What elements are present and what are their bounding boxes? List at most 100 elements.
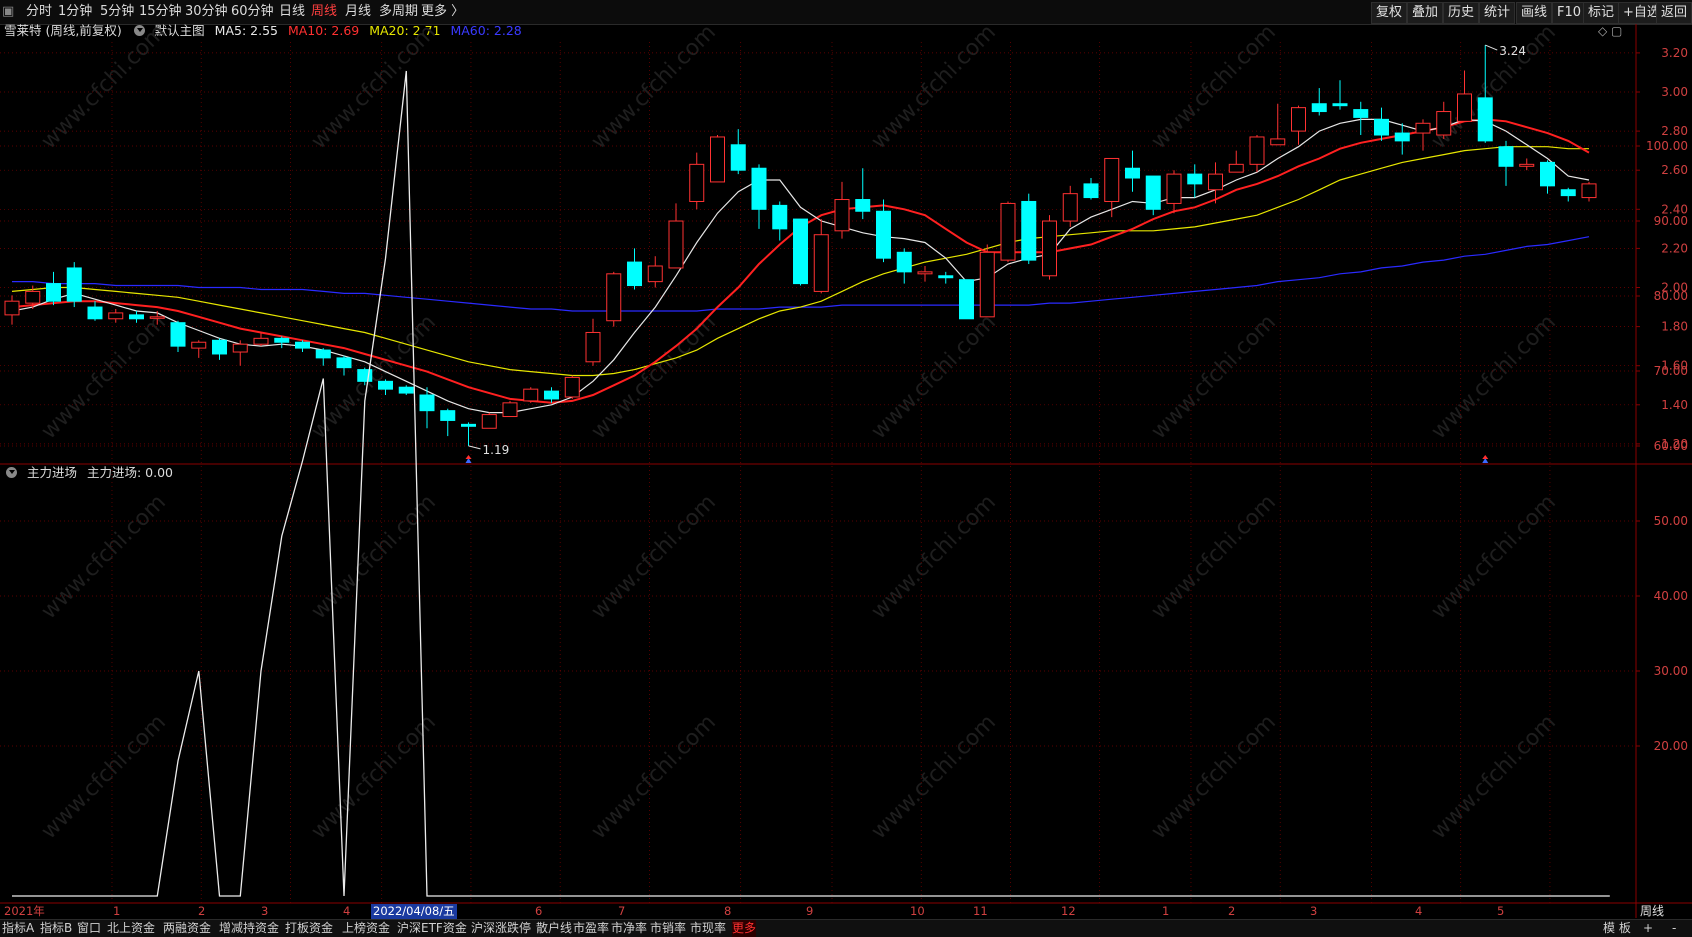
indicator-tab[interactable]: 指标B: [40, 920, 72, 937]
candle-body-down: [544, 390, 559, 400]
candle-body-down: [336, 357, 352, 369]
candle-body-up: [191, 341, 207, 349]
candle-body-up: [108, 312, 124, 320]
watermark-text: www.cfchi.com: [1147, 490, 1281, 624]
date-label: 1: [113, 904, 121, 918]
watermark-layer: www.cfchi.com www.cfchi.com www.cfchi.com w…: [37, 20, 1561, 844]
indicator-tab[interactable]: 上榜资金: [342, 920, 390, 937]
candle-body-up: [689, 163, 705, 202]
candle-body-down: [419, 394, 435, 412]
date-label: 2: [198, 904, 206, 918]
watermark-text: www.cfchi.com: [37, 710, 171, 844]
price-tick-label: 1.40: [1661, 398, 1688, 412]
candle-body-up: [1000, 202, 1016, 261]
candle-body-up: [1166, 173, 1182, 204]
candle-body-down: [1540, 161, 1555, 187]
candle-body-up: [1415, 122, 1431, 134]
indicator-tab[interactable]: 市销率: [650, 920, 686, 937]
price-tick-label: 2.60: [1661, 163, 1688, 177]
indicator-tab-bar: 指标A 指标B 窗口 北上资金 两融资金 增减持资金 打板资金 上榜资金 沪深ETF资金 沪深涨跌…: [0, 919, 1692, 937]
crosshair-date-label: 2022/04/08/五: [371, 904, 457, 919]
zoom-in-button[interactable]: +: [1643, 920, 1653, 937]
date-label: 11: [973, 904, 988, 918]
price-tick-label: 3.20: [1661, 46, 1688, 60]
candle-body-down: [855, 199, 871, 212]
candle-body-down: [170, 322, 186, 347]
candle-body-down: [1477, 97, 1493, 142]
indicator-tab[interactable]: 两融资金: [163, 920, 211, 937]
candle-body-up: [1457, 93, 1472, 122]
indicator-layer: [12, 70, 1610, 897]
candle-body-down: [751, 167, 767, 210]
candle-body-down: [1125, 167, 1140, 179]
indicator-tab[interactable]: 市净率: [611, 920, 647, 937]
watermark-text: www.cfchi.com: [1147, 310, 1281, 444]
candle-body-up: [1291, 107, 1306, 132]
watermark-text: www.cfchi.com: [307, 310, 441, 444]
indicator-tick-label: 50.00: [1654, 514, 1688, 528]
date-label: 5: [1497, 904, 1505, 918]
indicator-tab[interactable]: 市盈率: [573, 920, 609, 937]
candle-body-up: [917, 271, 933, 275]
candle-body-up: [1249, 136, 1265, 165]
candle-body-up: [1270, 138, 1286, 146]
axis-label-layer: 3.203.002.802.602.402.202.001.801.601.40…: [1636, 46, 1688, 753]
high-label: 3.24: [1499, 44, 1526, 58]
low-label: 1.19: [483, 443, 510, 457]
indicator-tab[interactable]: 指标A: [2, 920, 34, 937]
date-label: 1: [1162, 904, 1170, 918]
price-tick-label: 2.80: [1661, 124, 1688, 138]
indicator-tab[interactable]: 更多: [732, 920, 757, 937]
price-tick-label: 1.80: [1661, 320, 1688, 334]
candle-body-down: [129, 314, 144, 320]
kline-chart[interactable]: www.cfchi.com www.cfchi.com www.cfchi.com w…: [0, 0, 1692, 936]
candle-body-down: [1332, 103, 1348, 107]
candle-body-down: [876, 210, 891, 259]
watermark-text: www.cfchi.com: [867, 20, 1001, 154]
watermark-text: www.cfchi.com: [37, 20, 171, 154]
candle-body-up: [1208, 173, 1223, 191]
date-label: 2021年: [4, 904, 45, 918]
candle-body-down: [1498, 146, 1514, 167]
indicator-tab[interactable]: 散户线: [536, 920, 572, 937]
candle-body-down: [315, 349, 331, 359]
candle-body-down: [938, 275, 954, 279]
candle-body-down: [1021, 200, 1037, 261]
candle-body-down: [772, 204, 788, 230]
watermark-text: www.cfchi.com: [867, 490, 1001, 624]
date-label: 4: [343, 904, 351, 918]
indicator-tab[interactable]: 窗口: [77, 920, 101, 937]
watermark-text: www.cfchi.com: [37, 490, 171, 624]
candle-body-down: [1560, 189, 1576, 197]
watermark-text: www.cfchi.com: [1427, 310, 1561, 444]
candle-body-down: [1311, 103, 1327, 113]
watermark-text: www.cfchi.com: [307, 490, 441, 624]
candle-body-up: [1228, 163, 1244, 173]
indicator-tab[interactable]: 沪深ETF资金: [397, 920, 467, 937]
candle-body-down: [730, 144, 746, 171]
indicator-tab[interactable]: 增减持资金: [219, 920, 279, 937]
date-label: 8: [724, 904, 732, 918]
indicator-tab[interactable]: 打板资金: [285, 920, 333, 937]
date-label: 12: [1061, 904, 1076, 918]
indicator-tick-label: 30.00: [1654, 664, 1688, 678]
candle-body-down: [212, 339, 227, 355]
template-button[interactable]: 模 板: [1603, 920, 1631, 937]
candle-body-up: [606, 273, 622, 322]
indicator-tab[interactable]: 北上资金: [107, 920, 155, 937]
candle-body-up: [481, 414, 497, 429]
watermark-text: www.cfchi.com: [307, 710, 441, 844]
indicator-tab[interactable]: 市现率: [690, 920, 726, 937]
candle-body-up: [834, 199, 850, 232]
candle-body-down: [440, 410, 456, 421]
indicator-tab[interactable]: 沪深涨跌停: [471, 920, 531, 937]
candle-body-up: [1042, 220, 1057, 277]
watermark-text: www.cfchi.com: [1147, 20, 1281, 154]
watermark-text: www.cfchi.com: [37, 310, 171, 444]
candle-body-down: [87, 306, 103, 320]
watermark-text: www.cfchi.com: [587, 310, 721, 444]
zoom-out-button[interactable]: -: [1672, 920, 1676, 937]
indicator-tick-label: 100.00: [1646, 139, 1688, 153]
candle-body-down: [1394, 132, 1410, 142]
date-label: 2: [1228, 904, 1236, 918]
